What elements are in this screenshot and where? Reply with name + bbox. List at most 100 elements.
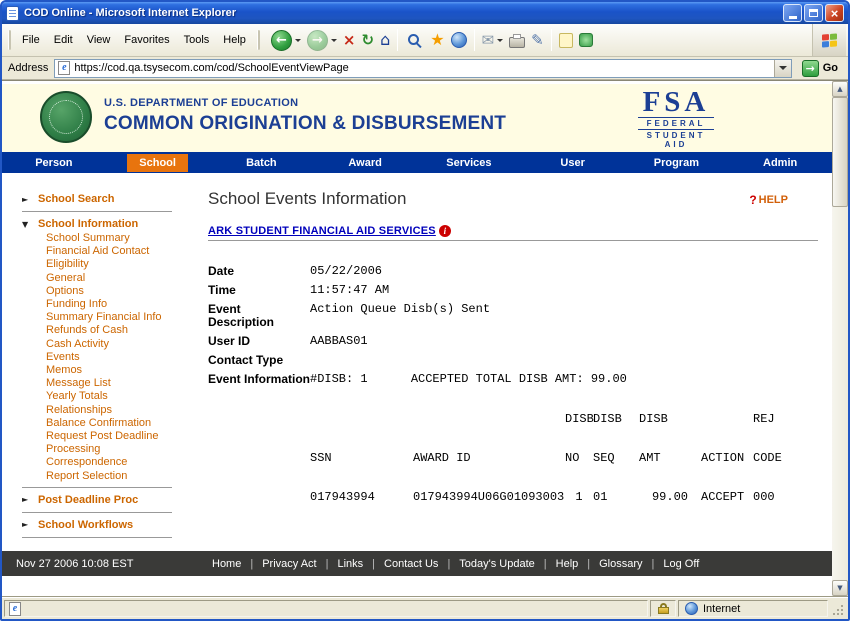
sidebar-item-memos[interactable]: Memos bbox=[2, 364, 200, 377]
footer-link-links[interactable]: Links bbox=[317, 558, 364, 570]
close-button[interactable]: × bbox=[825, 4, 844, 22]
sidebar-item-message-list[interactable]: Message List bbox=[2, 377, 200, 390]
table-cell-disb-seq: 01 bbox=[593, 490, 639, 504]
info-icon[interactable]: i bbox=[439, 225, 451, 237]
sidebar-item-cash-activity[interactable]: Cash Activity bbox=[2, 338, 200, 351]
footer-link-log-off[interactable]: Log Off bbox=[643, 558, 700, 570]
tab-admin[interactable]: Admin bbox=[728, 152, 832, 173]
refresh-button[interactable]: ↻ bbox=[359, 31, 378, 50]
menu-view[interactable]: View bbox=[80, 30, 118, 50]
edit-button[interactable]: ✎ bbox=[528, 31, 547, 50]
search-button[interactable] bbox=[402, 29, 427, 51]
footer-link-help[interactable]: Help bbox=[535, 558, 578, 570]
divider bbox=[208, 240, 818, 241]
sidebar-item-request-post-deadline[interactable]: Request Post Deadline bbox=[2, 430, 200, 443]
school-link[interactable]: ARK STUDENT FINANCIAL AID SERVICES bbox=[208, 225, 436, 237]
stop-button[interactable]: × bbox=[340, 31, 359, 50]
table-cell-ssn: 017943994 bbox=[310, 490, 413, 504]
tab-school[interactable]: School bbox=[106, 152, 210, 173]
go-button[interactable]: → Go bbox=[798, 60, 842, 77]
messenger-button[interactable] bbox=[576, 31, 596, 49]
resize-grip[interactable] bbox=[830, 600, 846, 617]
sidebar-section-school-workflows[interactable]: ► School Workflows bbox=[2, 517, 200, 533]
table-header-cell: CODE bbox=[753, 451, 801, 465]
go-icon: → bbox=[802, 60, 819, 77]
fsa-logo-line2: STUDENT AID bbox=[638, 131, 714, 149]
sidebar-item-refunds-of-cash[interactable]: Refunds of Cash bbox=[2, 324, 200, 337]
tab-user[interactable]: User bbox=[521, 152, 625, 173]
footer-link-contact-us[interactable]: Contact Us bbox=[363, 558, 438, 570]
table-cell-action: ACCEPT bbox=[701, 490, 753, 504]
toolbar-grip[interactable] bbox=[8, 30, 11, 50]
footer-link-todays-update[interactable]: Today's Update bbox=[438, 558, 534, 570]
stop-icon: × bbox=[343, 33, 356, 48]
favorites-button[interactable]: ★ bbox=[427, 30, 447, 50]
field-label-user-id: User ID bbox=[208, 335, 310, 348]
sidebar-section-school-information[interactable]: ▼ School Information bbox=[2, 216, 200, 232]
field-label-date: Date bbox=[208, 265, 310, 278]
back-dropdown-icon[interactable] bbox=[295, 39, 301, 45]
sidebar-item-processing[interactable]: Processing bbox=[2, 443, 200, 456]
minimize-button[interactable] bbox=[783, 4, 802, 22]
sidebar-item-general[interactable]: General bbox=[2, 272, 200, 285]
address-dropdown-button[interactable] bbox=[774, 60, 791, 77]
address-url[interactable]: https://cod.qa.tsysecom.com/cod/SchoolEv… bbox=[74, 62, 769, 74]
sidebar-item-funding-info[interactable]: Funding Info bbox=[2, 298, 200, 311]
toolbar-grip[interactable] bbox=[257, 30, 260, 50]
sidebar-item-balance-confirmation[interactable]: Balance Confirmation bbox=[2, 417, 200, 430]
sidebar-item-options[interactable]: Options bbox=[2, 285, 200, 298]
tab-services[interactable]: Services bbox=[417, 152, 521, 173]
forward-dropdown-icon[interactable] bbox=[331, 39, 337, 45]
sidebar-section-label: Post Deadline Proc bbox=[38, 494, 138, 506]
sidebar-section-school-search[interactable]: ► School Search bbox=[2, 191, 200, 207]
footer-link-glossary[interactable]: Glossary bbox=[578, 558, 642, 570]
scrollbar-thumb[interactable] bbox=[832, 97, 848, 207]
table-header-cell: NO bbox=[565, 451, 593, 465]
fsa-logo-text: FSA bbox=[638, 88, 714, 116]
tab-person[interactable]: Person bbox=[2, 152, 106, 173]
history-button[interactable] bbox=[448, 30, 470, 50]
sidebar-item-school-summary[interactable]: School Summary bbox=[2, 232, 200, 245]
sidebar-item-relationships[interactable]: Relationships bbox=[2, 404, 200, 417]
mail-button[interactable]: ✉ bbox=[479, 31, 507, 50]
sidebar-item-correspondence[interactable]: Correspondence bbox=[2, 456, 200, 469]
sidebar-item-yearly-totals[interactable]: Yearly Totals bbox=[2, 390, 200, 403]
home-button[interactable]: ⌂ bbox=[377, 30, 393, 50]
tab-award[interactable]: Award bbox=[313, 152, 417, 173]
address-input[interactable]: e https://cod.qa.tsysecom.com/cod/School… bbox=[54, 59, 791, 78]
back-button[interactable]: ← bbox=[268, 28, 304, 53]
sidebar-section-post-deadline-proc[interactable]: ► Post Deadline Proc bbox=[2, 492, 200, 508]
scroll-up-button[interactable]: ▲ bbox=[832, 81, 848, 97]
footer-links: Home Privacy Act Links Contact Us Today'… bbox=[212, 558, 699, 570]
edit-icon: ✎ bbox=[531, 33, 544, 48]
menu-help[interactable]: Help bbox=[216, 30, 253, 50]
notes-button[interactable] bbox=[556, 31, 576, 50]
title-bar[interactable]: COD Online - Microsoft Internet Explorer… bbox=[2, 2, 848, 24]
sidebar-item-eligibility[interactable]: Eligibility bbox=[2, 258, 200, 271]
footer-link-privacy-act[interactable]: Privacy Act bbox=[241, 558, 316, 570]
sidebar-item-financial-aid-contact[interactable]: Financial Aid Contact bbox=[2, 245, 200, 258]
help-icon: ? bbox=[749, 193, 756, 207]
print-button[interactable] bbox=[506, 31, 528, 50]
sidebar-item-events[interactable]: Events bbox=[2, 351, 200, 364]
help-link[interactable]: ? HELP bbox=[749, 193, 788, 207]
vertical-scrollbar[interactable]: ▲ ▼ bbox=[832, 81, 848, 596]
maximize-button[interactable] bbox=[804, 4, 823, 22]
footer-link-home[interactable]: Home bbox=[212, 558, 241, 570]
menu-edit[interactable]: Edit bbox=[47, 30, 80, 50]
sidebar-item-summary-financial-info[interactable]: Summary Financial Info bbox=[2, 311, 200, 324]
tab-program[interactable]: Program bbox=[625, 152, 729, 173]
status-bar: e Internet bbox=[2, 596, 848, 619]
menu-file[interactable]: File bbox=[15, 30, 47, 50]
sidebar-item-report-selection[interactable]: Report Selection bbox=[2, 470, 200, 483]
mail-dropdown-icon[interactable] bbox=[497, 39, 503, 45]
forward-button[interactable]: → bbox=[304, 28, 340, 53]
menu-favorites[interactable]: Favorites bbox=[117, 30, 176, 50]
table-header-cell bbox=[310, 412, 413, 426]
scroll-down-button[interactable]: ▼ bbox=[832, 580, 848, 596]
scrollbar-track[interactable] bbox=[832, 207, 848, 580]
field-row: Time 11:57:47 AM bbox=[208, 284, 818, 297]
tab-batch[interactable]: Batch bbox=[210, 152, 314, 173]
site-header: U.S. DEPARTMENT OF EDUCATION COMMON ORIG… bbox=[2, 84, 832, 152]
menu-tools[interactable]: Tools bbox=[177, 30, 217, 50]
